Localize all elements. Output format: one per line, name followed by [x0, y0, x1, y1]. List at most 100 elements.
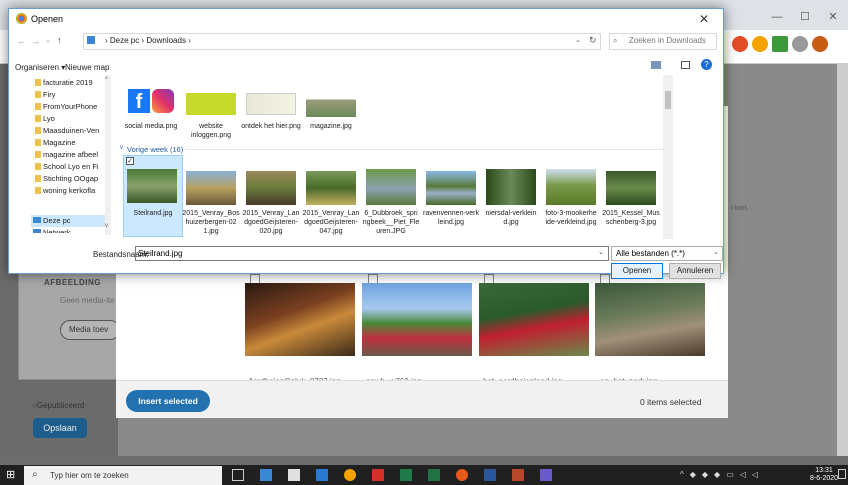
- nav-item[interactable]: facturatie 2019: [43, 78, 105, 87]
- file-thumbnail[interactable]: [426, 171, 476, 205]
- nav-item[interactable]: Magazine: [43, 138, 105, 147]
- folder-icon: [35, 187, 41, 194]
- add-media-button[interactable]: Media toev: [60, 320, 120, 340]
- file-thumbnail[interactable]: [186, 171, 236, 205]
- excel-icon[interactable]: [428, 469, 440, 481]
- nav-item[interactable]: School Lyo en Fi: [43, 162, 105, 171]
- scroll-up-icon[interactable]: ^: [105, 77, 108, 83]
- media-thumbnail[interactable]: [362, 283, 472, 356]
- profile-avatar[interactable]: [812, 36, 828, 52]
- close-window-button[interactable]: ✕: [820, 8, 846, 26]
- file-thumbnail[interactable]: f: [126, 85, 176, 119]
- extension-icon[interactable]: [792, 36, 808, 52]
- clock-time: 13:31: [815, 467, 833, 474]
- app-icon[interactable]: [316, 469, 328, 481]
- app-icon[interactable]: [260, 469, 272, 481]
- chrome-icon[interactable]: [344, 469, 356, 481]
- search-placeholder: Zoeken in Downloads: [629, 36, 706, 45]
- media-thumbnail[interactable]: [245, 283, 355, 356]
- breadcrumb-folder[interactable]: Downloads: [146, 36, 186, 45]
- nav-item[interactable]: woning kerkofla: [43, 186, 105, 195]
- file-thumbnail[interactable]: [127, 169, 177, 203]
- file-thumbnail[interactable]: [486, 169, 536, 205]
- extension-icon[interactable]: [752, 36, 768, 52]
- organise-menu[interactable]: Organiseren ▾: [15, 63, 65, 72]
- clock[interactable]: 13:31 8-6-2020: [810, 467, 838, 483]
- forward-icon[interactable]: →: [31, 36, 40, 46]
- image-panel-title: AFBEELDING: [44, 278, 101, 287]
- store-icon[interactable]: [288, 469, 300, 481]
- maximize-button[interactable]: ☐: [792, 8, 818, 26]
- no-media-text: Geen media-ite: [60, 296, 115, 305]
- windows-start-icon[interactable]: ⊞: [6, 469, 18, 481]
- nav-item[interactable]: Maasduinen-Ven: [43, 126, 105, 135]
- file-thumbnail[interactable]: [186, 93, 236, 115]
- task-view-icon[interactable]: [232, 469, 244, 481]
- app-icon[interactable]: [456, 469, 468, 481]
- close-icon[interactable]: ✕: [699, 12, 709, 26]
- group-header[interactable]: Vorige week (16): [127, 145, 183, 154]
- extension-icon[interactable]: [732, 36, 748, 52]
- file-thumbnail[interactable]: [366, 169, 416, 205]
- nav-item-network[interactable]: Netwerk: [43, 228, 105, 233]
- file-checkbox[interactable]: ✓: [126, 157, 134, 165]
- file-thumbnail[interactable]: [606, 171, 656, 205]
- open-button[interactable]: Openen: [611, 263, 663, 279]
- minimize-button[interactable]: —: [764, 8, 790, 26]
- publisher-icon[interactable]: [400, 469, 412, 481]
- back-icon[interactable]: ←: [17, 36, 26, 46]
- file-thumbnail[interactable]: [246, 93, 296, 115]
- nav-item[interactable]: Stichting OOgap: [43, 174, 105, 183]
- insert-selected-button[interactable]: Insert selected: [126, 390, 210, 412]
- chevron-down-icon[interactable]: ⌄: [45, 36, 51, 44]
- page-scrollbar[interactable]: [837, 64, 848, 456]
- scroll-down-icon[interactable]: v: [105, 223, 108, 229]
- file-thumbnail[interactable]: [306, 171, 356, 205]
- app-icon[interactable]: [540, 469, 552, 481]
- taskbar-search-placeholder: Typ hier om te zoeken: [50, 471, 129, 480]
- nav-item[interactable]: FromYourPhone: [43, 102, 105, 111]
- notification-icon[interactable]: [838, 469, 846, 479]
- extension-icon[interactable]: [772, 36, 788, 52]
- word-icon[interactable]: [484, 469, 496, 481]
- file-thumbnail[interactable]: [546, 169, 596, 205]
- new-folder-button[interactable]: Nieuwe map: [65, 63, 109, 72]
- help-icon[interactable]: ?: [701, 59, 712, 70]
- published-radio[interactable]: ○Gepubliceerd: [32, 401, 84, 410]
- nav-item[interactable]: Firy: [43, 90, 105, 99]
- file-name: website inloggen.png: [190, 123, 232, 139]
- filename-input[interactable]: [135, 246, 609, 261]
- folder-icon: [35, 103, 41, 110]
- media-thumbnail[interactable]: [595, 283, 705, 356]
- powerpoint-icon[interactable]: [512, 469, 524, 481]
- up-icon[interactable]: ↑: [57, 35, 62, 45]
- filename-value: Steilrand.jpg: [138, 249, 183, 258]
- media-thumbnail[interactable]: [479, 283, 589, 356]
- file-thumbnail[interactable]: [306, 89, 356, 117]
- pc-icon: [87, 36, 95, 44]
- nav-scrollbar[interactable]: [105, 75, 111, 235]
- system-tray-icons[interactable]: ^◆◆◆▭◁◁: [680, 470, 764, 479]
- dialog-titlebar: [9, 9, 723, 29]
- nav-item-this-pc[interactable]: Deze pc: [43, 216, 105, 225]
- file-name: Steilrand.jpg: [133, 210, 173, 217]
- nav-item[interactable]: Lyo: [43, 114, 105, 123]
- view-options-icon[interactable]: [651, 61, 661, 69]
- breadcrumb-root[interactable]: Deze pc: [110, 36, 139, 45]
- acrobat-icon[interactable]: [372, 469, 384, 481]
- instagram-logo: [152, 89, 174, 113]
- network-icon: [33, 229, 41, 233]
- preview-pane-icon[interactable]: [681, 61, 690, 69]
- chevron-down-icon[interactable]: v: [120, 145, 123, 151]
- scroll-thumb[interactable]: [665, 91, 671, 109]
- chevron-down-icon[interactable]: ⌄: [598, 248, 604, 256]
- refresh-icon[interactable]: ↻: [589, 35, 597, 46]
- file-name: magazine.jpg: [310, 123, 352, 130]
- file-thumbnail[interactable]: [246, 171, 296, 205]
- open-file-dialog: Openen ✕ ← → ⌄ ↑ › Deze pc › Downloads ›…: [8, 8, 724, 279]
- chevron-down-icon[interactable]: ⌄: [713, 248, 719, 256]
- cancel-button[interactable]: Annuleren: [669, 263, 721, 279]
- save-button[interactable]: Opslaan: [33, 418, 87, 438]
- chevron-down-icon[interactable]: ⌄: [575, 36, 581, 44]
- nav-item[interactable]: magazine afbeel: [43, 150, 105, 159]
